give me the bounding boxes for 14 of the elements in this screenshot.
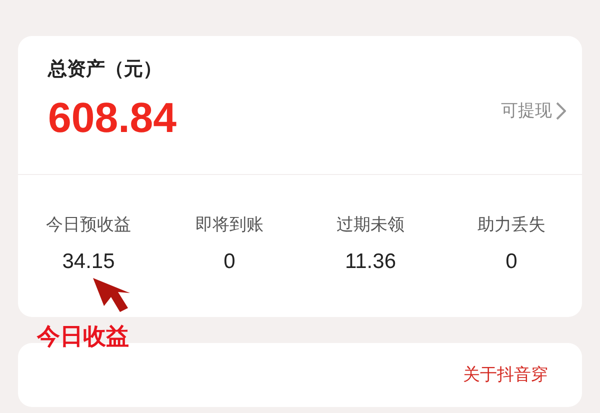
chevron-right-icon [556,102,566,120]
stat-value: 0 [506,248,518,274]
stat-label: 助力丢失 [478,214,546,236]
stat-label: 今日预收益 [46,214,131,236]
stat-value: 11.36 [345,248,396,274]
annotation-text: 今日收益 [37,322,129,351]
stat-label: 即将到账 [196,214,264,236]
stat-value: 0 [224,248,236,274]
withdraw-link[interactable]: 可提现 [501,98,566,124]
stat-label: 过期未领 [336,214,404,236]
assets-title: 总资产（元） [48,58,162,82]
about-link[interactable]: 关于抖音穿 [463,362,548,388]
total-amount: 608.84 [48,92,176,142]
stat-value: 34.15 [62,248,115,274]
